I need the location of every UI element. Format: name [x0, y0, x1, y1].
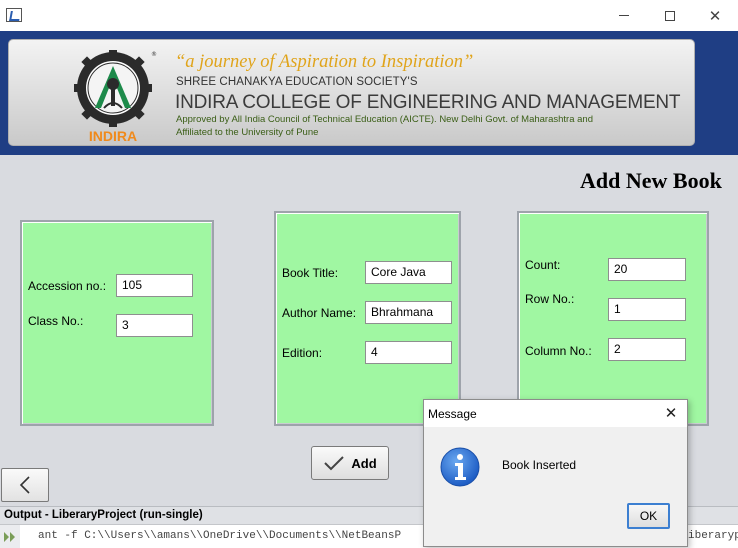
banner-college-name: INDIRA COLLEGE OF ENGINEERING AND MANAGE…: [175, 92, 681, 113]
count-field[interactable]: 20: [608, 258, 686, 281]
close-button[interactable]: ✕: [692, 0, 738, 31]
svg-text:®: ®: [151, 51, 157, 58]
chevron-left-icon: [19, 476, 30, 494]
java-app-icon: [6, 8, 22, 22]
approval-line-1: Approved by All India Council of Technic…: [176, 114, 593, 125]
accession-field[interactable]: 105: [116, 274, 193, 297]
accession-label: Accession no.:: [28, 279, 107, 293]
column-no-field[interactable]: 2: [608, 338, 686, 361]
info-icon: [440, 447, 480, 487]
college-logo: ® INDIRA: [74, 50, 157, 144]
maximize-icon: [665, 10, 675, 21]
count-label: Count:: [525, 258, 561, 272]
output-title: Output - LiberaryProject (run-single): [4, 509, 203, 521]
banner-card: ® INDIRA “a journey of Aspiration to Ins…: [8, 39, 695, 146]
panel-book-details: Book Title: Core Java Author Name: Bhrah…: [274, 211, 461, 426]
dialog-message: Book Inserted: [502, 458, 577, 472]
output-line: ant -f C:\\Users\\amans\\OneDrive\\Docum…: [38, 530, 402, 542]
banner-tagline: “a journey of Aspiration to Inspiration”: [175, 52, 474, 72]
add-button[interactable]: Add: [311, 446, 389, 480]
dialog-body: Book Inserted OK: [424, 427, 687, 546]
add-button-label: Add: [351, 455, 377, 471]
column-no-label: Column No.:: [525, 344, 592, 358]
message-dialog: Message ✕ Book Inserted OK: [423, 399, 688, 547]
book-title-field[interactable]: Core Java: [365, 261, 452, 284]
edition-label: Edition:: [282, 346, 323, 360]
run-icon[interactable]: [3, 531, 17, 543]
edition-field[interactable]: 4: [365, 341, 452, 364]
minimize-icon: [619, 15, 629, 16]
panel-accession: Accession no.: 105 Class No.: 3: [20, 220, 214, 426]
dialog-title: Message: [428, 407, 477, 421]
output-line-tail: iberaryproj: [688, 530, 738, 542]
dialog-close-button[interactable]: ✕: [659, 402, 683, 424]
checkmark-icon: [324, 456, 345, 471]
approval-line-2: Affiliated to the University of Pune: [176, 127, 319, 138]
dialog-titlebar: Message ✕: [424, 400, 687, 427]
page-title: Add New Book: [580, 168, 722, 193]
class-no-field[interactable]: 3: [116, 314, 193, 337]
back-button[interactable]: [1, 468, 49, 502]
output-gutter: [0, 525, 20, 548]
panel-location: Count: 20 Row No.: 1 Column No.: 2: [517, 211, 709, 426]
author-label: Author Name:: [282, 306, 357, 320]
college-banner: ® INDIRA “a journey of Aspiration to Ins…: [0, 31, 738, 155]
minimize-button[interactable]: [601, 0, 647, 31]
logo-text: INDIRA: [89, 128, 137, 144]
banner-approval: Approved by All India Council of Technic…: [176, 113, 646, 139]
book-title-label: Book Title:: [282, 266, 339, 280]
row-no-label: Row No.:: [525, 292, 575, 306]
banner-society: SHREE CHANAKYA EDUCATION SOCIETY'S: [176, 76, 418, 88]
maximize-button[interactable]: [647, 0, 693, 31]
window-titlebar: ✕: [0, 0, 738, 31]
ok-button[interactable]: OK: [627, 503, 670, 529]
row-no-field[interactable]: 1: [608, 298, 686, 321]
author-field[interactable]: Bhrahmana: [365, 301, 452, 324]
class-no-label: Class No.:: [28, 314, 84, 328]
